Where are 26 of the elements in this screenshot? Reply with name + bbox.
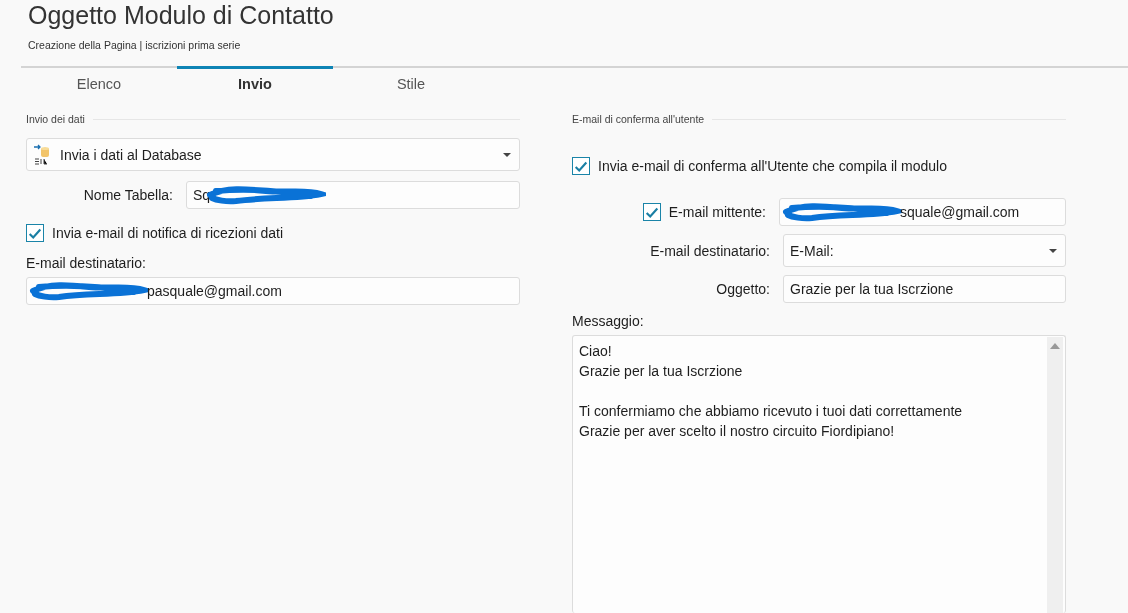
text-field[interactable]: squale@gmail.com bbox=[779, 198, 1066, 226]
text-field[interactable]: pasquale@gmail.com bbox=[26, 277, 520, 305]
field-label: E-mail destinatario: bbox=[26, 255, 147, 271]
tab[interactable]: Invio bbox=[177, 66, 333, 100]
section-heading: Invio dei dati bbox=[26, 113, 85, 125]
text-field[interactable]: Grazie per la tua Iscrzione bbox=[783, 275, 1066, 303]
tab[interactable]: Elenco bbox=[21, 66, 177, 100]
breadcrumb: Creazione della Pagina | iscrizioni prima serie bbox=[28, 39, 242, 51]
field-label: E-mail destinatario: bbox=[650, 242, 770, 259]
checkbox[interactable] bbox=[572, 157, 590, 175]
section-heading: E-mail di conferma all'utente bbox=[572, 113, 705, 125]
checkbox-label: Invia e-mail di notifica di ricezioni dati bbox=[52, 225, 284, 241]
database-icon bbox=[33, 144, 51, 165]
checkbox[interactable] bbox=[26, 224, 44, 242]
caret-icon bbox=[1049, 248, 1057, 253]
checkbox-label: Invia e-mail di conferma all'Utente che compila il modulo bbox=[598, 158, 947, 174]
checkbox[interactable] bbox=[642, 203, 661, 221]
field-label: Oggetto: bbox=[716, 281, 770, 297]
dropdown[interactable]: Invia i dati al Database bbox=[26, 138, 520, 171]
field-label: Nome Tabella: bbox=[82, 187, 173, 203]
checkbox-label: E-mail mittente: bbox=[668, 204, 766, 220]
caret-icon bbox=[503, 152, 511, 157]
dropdown[interactable]: E-Mail: bbox=[783, 234, 1066, 267]
page-title: Oggetto Modulo di Contatto bbox=[28, 0, 335, 30]
tab[interactable]: Stile bbox=[333, 66, 489, 100]
field-label: Messaggio: bbox=[572, 313, 645, 329]
